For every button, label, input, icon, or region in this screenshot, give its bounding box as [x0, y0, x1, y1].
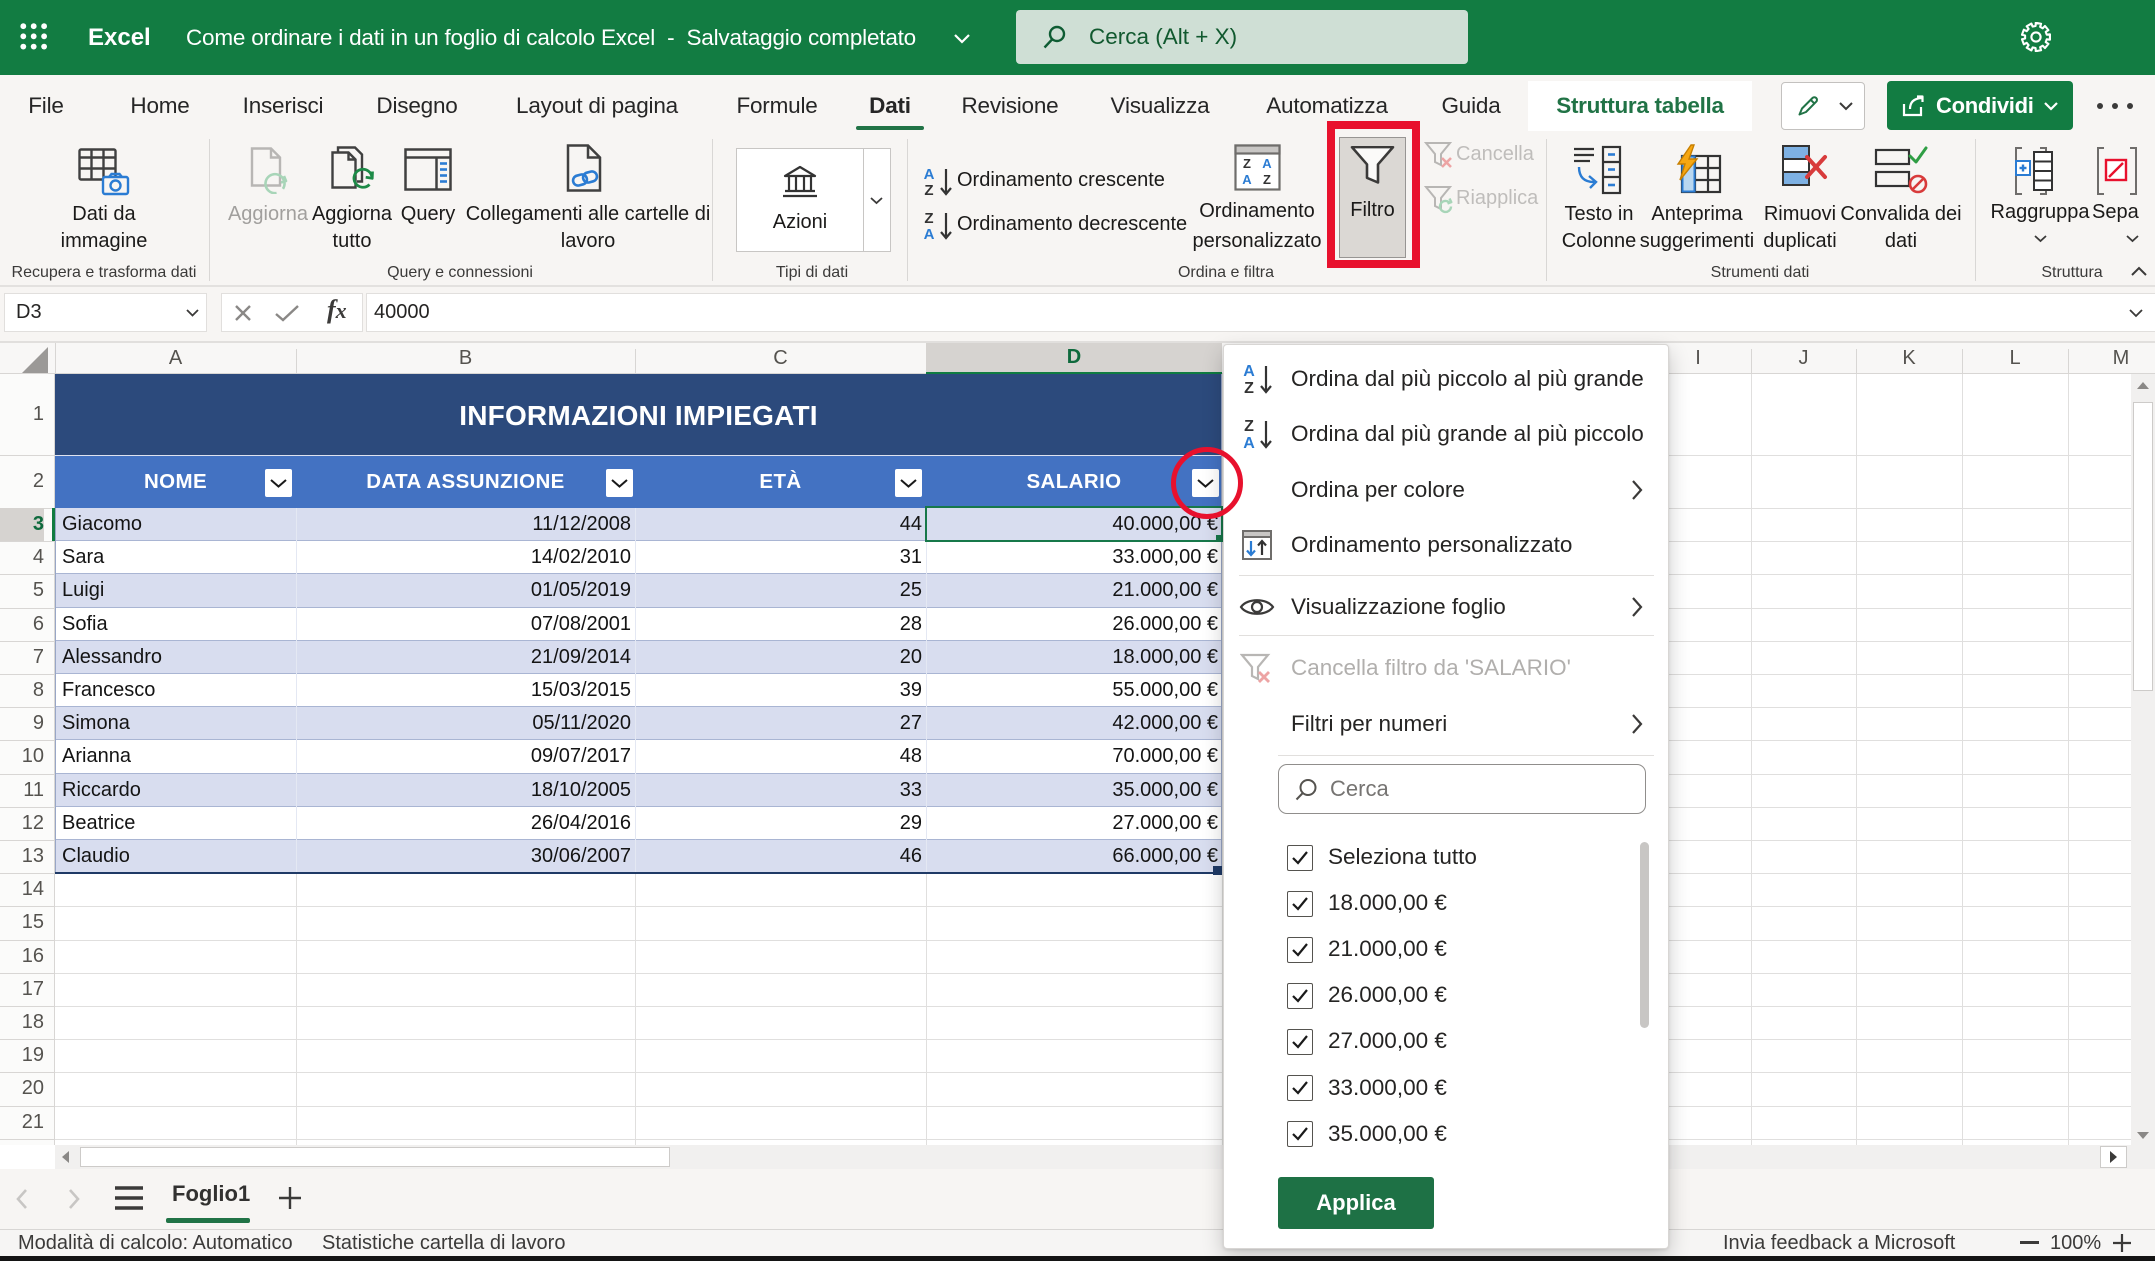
- svg-text:A: A: [1243, 435, 1255, 450]
- svg-text:Z: Z: [1243, 156, 1251, 171]
- svg-text:Z: Z: [1244, 380, 1254, 395]
- svg-text:Z: Z: [1244, 418, 1254, 435]
- svg-text:Z: Z: [924, 182, 933, 197]
- svg-text:A: A: [1242, 172, 1252, 187]
- svg-text:A: A: [924, 167, 935, 183]
- svg-text:A: A: [924, 226, 935, 241]
- svg-text:Z: Z: [924, 211, 933, 227]
- svg-text:A: A: [1243, 363, 1255, 380]
- svg-text:Z: Z: [1263, 172, 1271, 187]
- svg-text:A: A: [1262, 156, 1272, 171]
